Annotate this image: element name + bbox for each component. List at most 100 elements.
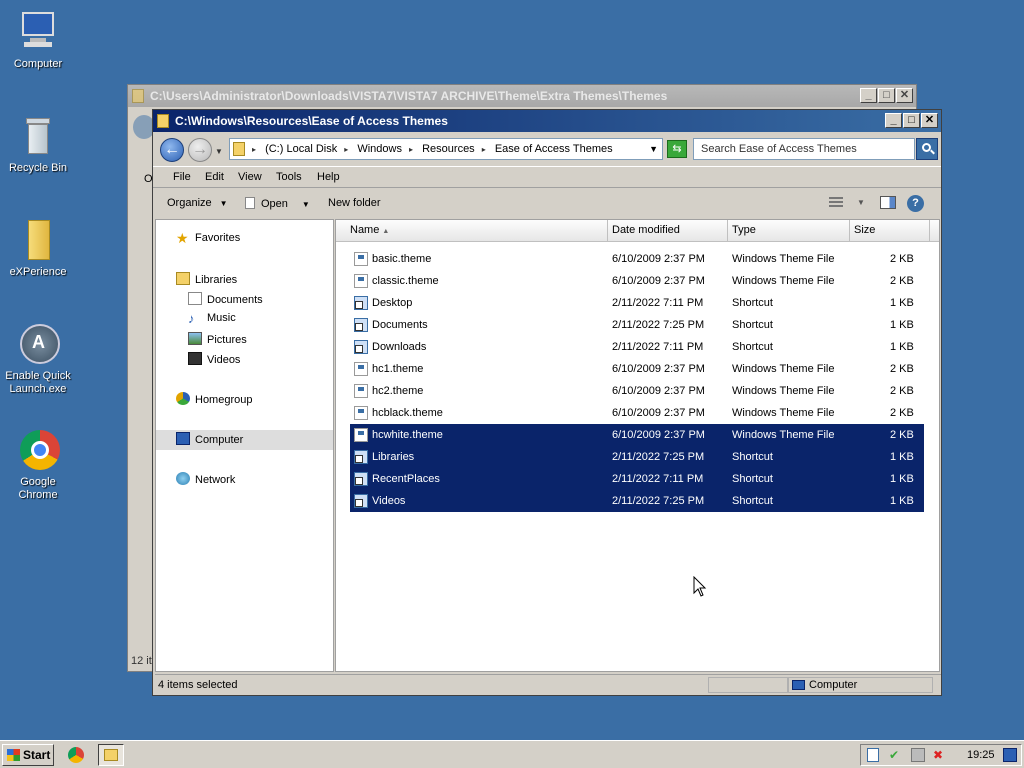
status-selection-count: 4 items selected bbox=[158, 679, 238, 691]
file-row[interactable]: Libraries 2/11/2022 7:25 PM Shortcut 1 KB bbox=[350, 446, 924, 468]
file-date: 6/10/2009 2:37 PM bbox=[612, 253, 705, 265]
nav-pictures[interactable]: Pictures bbox=[188, 332, 247, 346]
file-date: 6/10/2009 2:37 PM bbox=[612, 275, 705, 287]
file-row[interactable]: hc2.theme 6/10/2009 2:37 PM Windows Theme … bbox=[350, 380, 924, 402]
help-icon[interactable]: ? bbox=[907, 195, 924, 212]
chevron-right-icon[interactable]: ▸ bbox=[409, 145, 413, 154]
nav-documents[interactable]: Documents bbox=[188, 292, 263, 306]
column-size[interactable]: Size bbox=[850, 220, 930, 241]
breadcrumb-local-disk[interactable]: (C:) Local Disk bbox=[265, 143, 337, 155]
menu-file[interactable]: File bbox=[173, 171, 191, 183]
volume-muted-icon[interactable]: ✖ bbox=[933, 748, 947, 762]
refresh-button[interactable]: ⇆ bbox=[667, 140, 687, 158]
folder-icon bbox=[16, 218, 60, 262]
nav-computer[interactable]: Computer bbox=[176, 432, 243, 446]
shortcut-icon bbox=[354, 318, 368, 332]
forward-button[interactable]: → bbox=[188, 138, 212, 162]
maximize-button[interactable]: □ bbox=[903, 113, 920, 128]
documents-icon bbox=[188, 292, 202, 305]
open-button[interactable]: Open ▼ bbox=[245, 197, 310, 210]
close-button[interactable]: ✕ bbox=[896, 88, 913, 103]
desktop-icon-recycle-bin[interactable]: Recycle Bin bbox=[0, 114, 76, 175]
file-row[interactable]: Documents 2/11/2022 7:25 PM Shortcut 1 KB bbox=[350, 314, 924, 336]
show-desktop-icon[interactable] bbox=[1003, 748, 1017, 762]
file-row[interactable]: RecentPlaces 2/11/2022 7:11 PM Shortcut 1 K… bbox=[350, 468, 924, 490]
desktop-icon-label: Computer bbox=[13, 58, 63, 70]
menu-tools[interactable]: Tools bbox=[276, 171, 302, 183]
nav-network[interactable]: Network bbox=[176, 472, 235, 486]
desktop-icon-quick-launch[interactable]: A Enable Quick Launch.exe bbox=[0, 322, 76, 396]
nav-music[interactable]: ♪ Music bbox=[188, 312, 236, 325]
file-row[interactable]: hc1.theme 6/10/2009 2:37 PM Windows Theme … bbox=[350, 358, 924, 380]
nav-videos[interactable]: Videos bbox=[188, 352, 240, 366]
explorer-window[interactable]: C:\Windows\Resources\Ease of Access Them… bbox=[152, 109, 942, 696]
nav-libraries[interactable]: Libraries bbox=[176, 272, 237, 286]
file-type: Shortcut bbox=[732, 451, 773, 463]
new-folder-button[interactable]: New folder bbox=[328, 197, 381, 209]
desktop-icon-chrome[interactable]: Google Chrome bbox=[0, 428, 76, 502]
clock[interactable]: 19:25 bbox=[967, 745, 995, 765]
explorer-taskbar-button[interactable] bbox=[98, 744, 124, 766]
minimize-button[interactable]: _ bbox=[885, 113, 902, 128]
search-icon[interactable] bbox=[916, 138, 938, 160]
minimize-button[interactable]: _ bbox=[860, 88, 877, 103]
desktop-icon-computer[interactable]: Computer bbox=[0, 10, 76, 71]
computer-icon bbox=[176, 432, 190, 445]
file-row[interactable]: Videos 2/11/2022 7:25 PM Shortcut 1 KB bbox=[350, 490, 924, 512]
status-location: Computer bbox=[809, 679, 858, 691]
search-input[interactable]: Search Ease of Access Themes bbox=[693, 138, 915, 160]
window-titlebar[interactable]: C:\Windows\Resources\Ease of Access Them… bbox=[153, 110, 941, 132]
chrome-icon[interactable] bbox=[68, 747, 84, 763]
file-date: 2/11/2022 7:11 PM bbox=[612, 473, 704, 485]
recycle-bin-icon bbox=[16, 114, 60, 158]
file-row[interactable]: hcblack.theme 6/10/2009 2:37 PM Windows Th… bbox=[350, 402, 924, 424]
theme-file-icon bbox=[354, 274, 368, 288]
file-name: basic.theme bbox=[372, 253, 432, 265]
chevron-right-icon[interactable]: ▸ bbox=[252, 145, 256, 154]
theme-file-icon bbox=[354, 362, 368, 376]
file-row[interactable]: Downloads 2/11/2022 7:11 PM Shortcut 1 KB bbox=[350, 336, 924, 358]
action-center-icon[interactable] bbox=[867, 748, 879, 762]
file-type: Windows Theme File bbox=[732, 253, 835, 265]
address-dropdown-icon[interactable]: ▼ bbox=[649, 139, 658, 159]
start-button[interactable]: Start bbox=[2, 744, 54, 766]
column-type[interactable]: Type bbox=[728, 220, 850, 241]
file-type: Windows Theme File bbox=[732, 385, 835, 397]
background-window-titlebar[interactable]: C:\Users\Administrator\Downloads\VISTA7\… bbox=[128, 85, 916, 107]
chevron-down-icon[interactable]: ▼ bbox=[857, 198, 865, 207]
file-row[interactable]: Desktop 2/11/2022 7:11 PM Shortcut 1 KB bbox=[350, 292, 924, 314]
safely-remove-icon[interactable]: ✔ bbox=[889, 748, 903, 762]
back-button[interactable]: ← bbox=[160, 138, 184, 162]
breadcrumb-resources[interactable]: Resources bbox=[422, 143, 475, 155]
file-name: Documents bbox=[372, 319, 428, 331]
shortcut-icon bbox=[354, 494, 368, 508]
maximize-button[interactable]: □ bbox=[878, 88, 895, 103]
close-button[interactable]: ✕ bbox=[921, 113, 938, 128]
views-icon[interactable] bbox=[829, 197, 843, 209]
file-size: 2 KB bbox=[890, 429, 914, 441]
file-size: 2 KB bbox=[890, 407, 914, 419]
theme-file-icon bbox=[354, 252, 368, 266]
column-date-modified[interactable]: Date modified bbox=[608, 220, 728, 241]
file-row[interactable]: basic.theme 6/10/2009 2:37 PM Windows Them… bbox=[350, 248, 924, 270]
breadcrumb-current[interactable]: Ease of Access Themes bbox=[495, 143, 613, 155]
file-row[interactable]: classic.theme 6/10/2009 2:37 PM Windows Th… bbox=[350, 270, 924, 292]
preview-pane-icon[interactable] bbox=[880, 196, 896, 209]
menu-edit[interactable]: Edit bbox=[205, 171, 224, 183]
network-tray-icon[interactable] bbox=[911, 748, 925, 762]
menu-view[interactable]: View bbox=[238, 171, 262, 183]
chevron-right-icon[interactable]: ▸ bbox=[344, 145, 348, 154]
desktop-icon-label: Enable Quick Launch.exe bbox=[5, 370, 71, 395]
nav-homegroup[interactable]: Homegroup bbox=[176, 392, 252, 406]
file-row[interactable]: hcwhite.theme 6/10/2009 2:37 PM Windows Th… bbox=[350, 424, 924, 446]
column-name[interactable]: Name ▲ bbox=[336, 220, 608, 241]
file-size: 1 KB bbox=[890, 495, 914, 507]
nav-favorites[interactable]: ★ Favorites bbox=[176, 231, 240, 245]
breadcrumb-windows[interactable]: Windows bbox=[357, 143, 402, 155]
chevron-right-icon[interactable]: ▸ bbox=[482, 145, 486, 154]
address-bar[interactable]: ▸ (C:) Local Disk ▸ Windows ▸ Resources … bbox=[229, 138, 663, 160]
desktop-icon-experience[interactable]: eXPerience bbox=[0, 218, 76, 279]
menu-help[interactable]: Help bbox=[317, 171, 340, 183]
recent-pages-dropdown[interactable]: ▼ bbox=[215, 147, 223, 156]
organize-button[interactable]: Organize ▼ bbox=[167, 197, 228, 209]
